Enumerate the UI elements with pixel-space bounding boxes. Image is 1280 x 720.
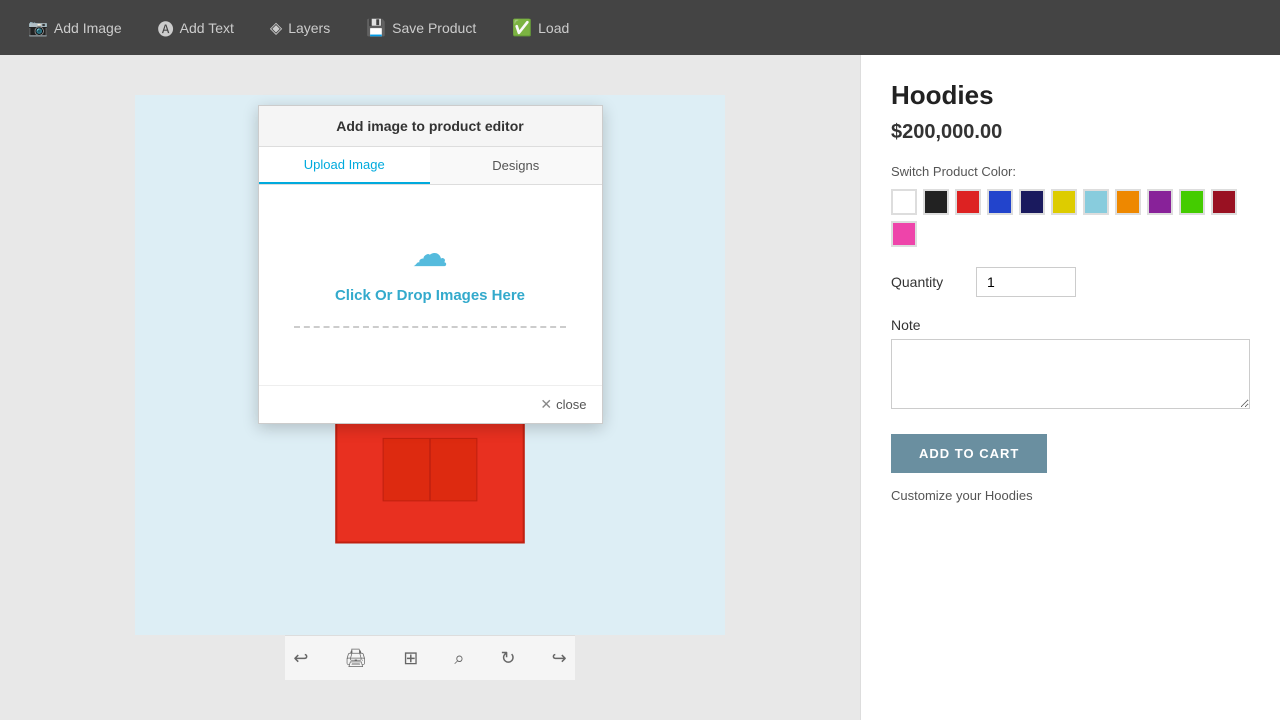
add-image-modal: Add image to product editor Upload Image…: [258, 105, 603, 424]
print-button[interactable]: 🖨: [336, 643, 375, 674]
zoom-button[interactable]: ⌕: [446, 643, 472, 674]
color-label: Switch Product Color:: [891, 164, 1250, 179]
quantity-row: Quantity: [891, 267, 1250, 297]
color-swatch-dark-red[interactable]: [1211, 189, 1237, 215]
quantity-label: Quantity: [891, 274, 961, 290]
quantity-input[interactable]: [976, 267, 1076, 297]
note-textarea[interactable]: [891, 339, 1250, 409]
color-swatch-red[interactable]: [955, 189, 981, 215]
close-label: close: [556, 397, 586, 412]
undo-button[interactable]: ↩: [285, 643, 316, 674]
color-swatch-black[interactable]: [923, 189, 949, 215]
color-swatch-light-blue[interactable]: [1083, 189, 1109, 215]
add-image-button[interactable]: 📷 Add Image: [10, 0, 140, 55]
camera-icon: 📷: [28, 18, 48, 38]
x-icon: ✕: [540, 396, 552, 413]
zoom-icon: ⌕: [454, 648, 464, 668]
load-icon: ✅: [512, 18, 532, 38]
color-swatch-blue[interactable]: [987, 189, 1013, 215]
note-label: Note: [891, 317, 1250, 333]
upload-image-tab[interactable]: Upload Image: [259, 147, 431, 184]
grid-button[interactable]: ⊞: [395, 643, 426, 674]
add-image-label: Add Image: [54, 20, 122, 36]
upload-divider: [294, 326, 567, 328]
save-product-button[interactable]: 💾 Save Product: [348, 0, 494, 55]
load-button[interactable]: ✅ Load: [494, 0, 587, 55]
color-swatches: [891, 189, 1250, 247]
product-price: $200,000.00: [891, 121, 1250, 144]
print-icon: 🖨: [344, 648, 367, 668]
modal-overlay: Add image to product editor Upload Image…: [135, 95, 725, 635]
designs-tab[interactable]: Designs: [430, 147, 602, 184]
main-toolbar: 📷 Add Image 🅐 Add Text ◈ Layers 💾 Save P…: [0, 0, 1280, 55]
modal-body[interactable]: ☁ Click Or Drop Images Here: [259, 185, 602, 385]
color-swatch-green[interactable]: [1179, 189, 1205, 215]
color-swatch-purple[interactable]: [1147, 189, 1173, 215]
add-text-button[interactable]: 🅐 Add Text: [140, 0, 252, 55]
color-swatch-navy[interactable]: [1019, 189, 1045, 215]
add-to-cart-button[interactable]: ADD TO CART: [891, 434, 1047, 473]
modal-tabs: Upload Image Designs: [259, 147, 602, 185]
close-button[interactable]: ✕ close: [540, 396, 586, 413]
modal-title: Add image to product editor: [259, 106, 602, 147]
modal-footer: ✕ close: [259, 385, 602, 423]
load-label: Load: [538, 20, 569, 36]
refresh-button[interactable]: ↻: [492, 643, 523, 674]
undo-icon: ↩: [293, 648, 308, 668]
color-swatch-pink[interactable]: [891, 221, 917, 247]
canvas-area: Add image to product editor Upload Image…: [135, 95, 725, 635]
grid-icon: ⊞: [403, 648, 418, 668]
save-icon: 💾: [366, 18, 386, 38]
upload-cta-label[interactable]: Click Or Drop Images Here: [335, 287, 525, 304]
color-swatch-orange[interactable]: [1115, 189, 1141, 215]
color-swatch-white[interactable]: [891, 189, 917, 215]
layers-icon: ◈: [270, 18, 282, 38]
add-text-label: Add Text: [180, 20, 234, 36]
main-area: Add image to product editor Upload Image…: [0, 55, 1280, 720]
customize-text: Customize your Hoodies: [891, 488, 1250, 503]
product-title: Hoodies: [891, 80, 1250, 111]
redo-button[interactable]: ↪: [544, 643, 575, 674]
layers-label: Layers: [288, 20, 330, 36]
save-product-label: Save Product: [392, 20, 476, 36]
editor-panel: Add image to product editor Upload Image…: [0, 55, 860, 720]
color-swatch-yellow[interactable]: [1051, 189, 1077, 215]
bottom-toolbar: ↩ 🖨 ⊞ ⌕ ↻ ↪: [285, 635, 574, 680]
layers-button[interactable]: ◈ Layers: [252, 0, 348, 55]
redo-icon: ↪: [552, 648, 567, 668]
right-panel: Hoodies $200,000.00 Switch Product Color…: [860, 55, 1280, 720]
refresh-icon: ↻: [500, 648, 515, 668]
cloud-upload-icon: ☁: [412, 233, 448, 275]
text-icon: 🅐: [158, 16, 174, 40]
note-section: Note: [891, 317, 1250, 414]
